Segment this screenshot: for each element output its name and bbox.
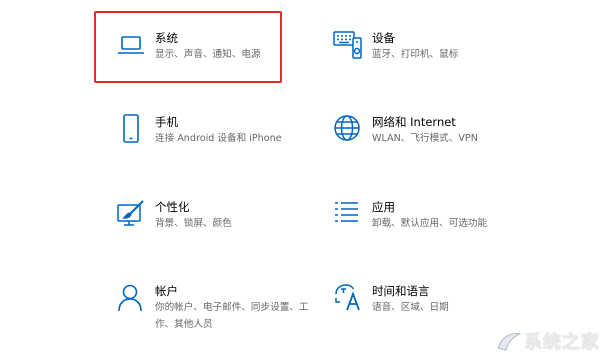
watermark-icon: [497, 333, 522, 351]
watermark-text: 系统之家: [524, 332, 600, 353]
tile-title: 设备: [372, 31, 395, 45]
tile-description: WLAN、飞行模式、VPN: [372, 133, 478, 144]
paint-brush-icon: [116, 199, 146, 229]
settings-tile-apps[interactable]: 应用 卸载、默认应用、可选功能: [333, 199, 563, 263]
tile-title: 系统: [155, 31, 178, 45]
tile-description: 蓝牙、打印机、鼠标: [372, 49, 459, 60]
tile-description: 卸载、默认应用、可选功能: [372, 218, 488, 229]
person-icon: [116, 283, 146, 313]
settings-tile-devices[interactable]: 设备 蓝牙、打印机、鼠标: [333, 30, 563, 94]
settings-tile-system[interactable]: 系统 显示、声音、通知、电源: [116, 30, 346, 94]
settings-tile-accounts[interactable]: 帐户 你的帐户、电子邮件、同步设置、工作、其他人员: [116, 283, 346, 347]
laptop-icon: [116, 30, 146, 60]
language-icon: [333, 283, 363, 313]
watermark-logo: 系统之家: [496, 328, 600, 354]
tile-title: 网络和 Internet: [372, 115, 456, 129]
tile-description: 语音、区域、日期: [372, 302, 449, 313]
settings-tile-personalization[interactable]: 个性化 背景、锁屏、颜色: [116, 199, 346, 263]
tile-title: 时间和语言: [372, 284, 430, 298]
tile-description: 连接 Android 设备和 iPhone: [155, 133, 282, 144]
tile-title: 帐户: [155, 284, 178, 298]
apps-list-icon: [333, 199, 363, 229]
tile-title: 个性化: [155, 200, 190, 214]
tile-description: 背景、锁屏、颜色: [155, 218, 232, 229]
globe-icon: [333, 114, 363, 144]
tile-description: 显示、声音、通知、电源: [155, 49, 261, 60]
tile-title: 应用: [372, 200, 395, 214]
keyboard-device-icon: [333, 30, 363, 60]
settings-tile-network[interactable]: 网络和 Internet WLAN、飞行模式、VPN: [333, 114, 563, 178]
tile-description: 你的帐户、电子邮件、同步设置、工作、其他人员: [155, 302, 309, 330]
phone-icon: [116, 114, 146, 144]
settings-tile-phone[interactable]: 手机 连接 Android 设备和 iPhone: [116, 114, 346, 178]
tile-title: 手机: [155, 115, 178, 129]
